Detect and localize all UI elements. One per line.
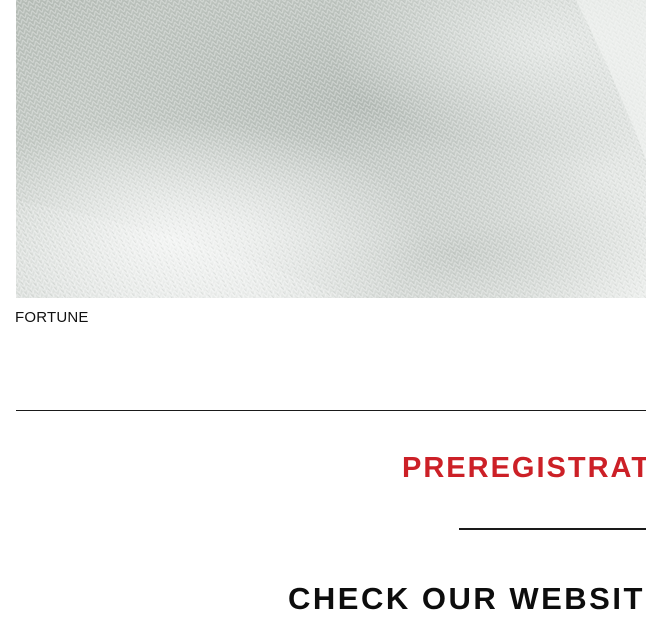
preregistration-heading: PREREGISTRATI xyxy=(402,452,646,484)
section-divider xyxy=(16,410,646,411)
image-caption: FORTUNE xyxy=(15,309,89,326)
fabric-hero-image xyxy=(16,0,646,298)
heading-underline xyxy=(459,528,646,530)
check-website-heading[interactable]: CHECK OUR WEBSITE xyxy=(288,581,646,617)
